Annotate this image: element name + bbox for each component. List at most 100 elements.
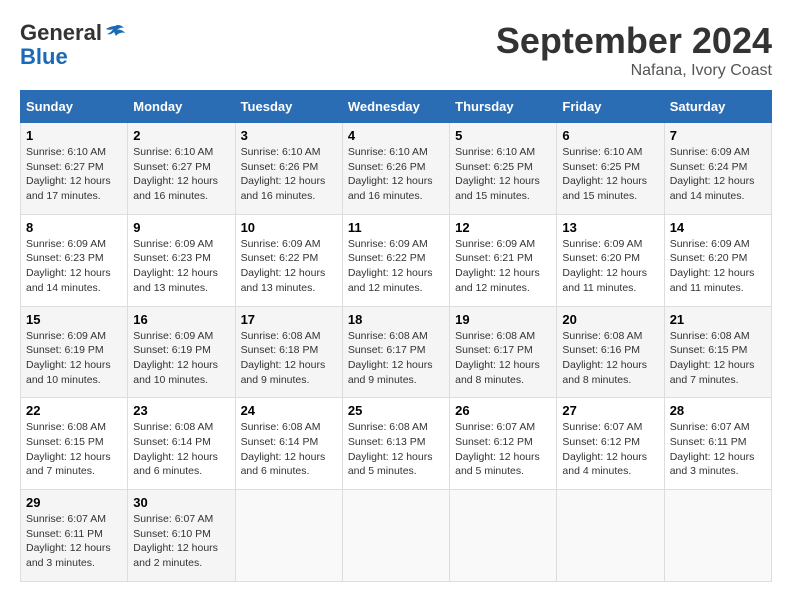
calendar-cell: 10 Sunrise: 6:09 AMSunset: 6:22 PMDaylig… <box>235 214 342 306</box>
day-info: Sunrise: 6:07 AMSunset: 6:11 PMDaylight:… <box>670 421 755 477</box>
day-info: Sunrise: 6:08 AMSunset: 6:17 PMDaylight:… <box>455 330 540 386</box>
day-info: Sunrise: 6:07 AMSunset: 6:11 PMDaylight:… <box>26 513 111 569</box>
day-info: Sunrise: 6:08 AMSunset: 6:14 PMDaylight:… <box>241 421 326 477</box>
weekday-header-tuesday: Tuesday <box>235 91 342 123</box>
calendar-cell: 17 Sunrise: 6:08 AMSunset: 6:18 PMDaylig… <box>235 306 342 398</box>
calendar-cell: 11 Sunrise: 6:09 AMSunset: 6:22 PMDaylig… <box>342 214 449 306</box>
day-number: 11 <box>348 220 444 235</box>
page-header: General Blue September 2024 Nafana, Ivor… <box>20 20 772 80</box>
day-number: 27 <box>562 403 658 418</box>
day-info: Sunrise: 6:08 AMSunset: 6:16 PMDaylight:… <box>562 330 647 386</box>
calendar-cell <box>450 490 557 582</box>
day-info: Sunrise: 6:07 AMSunset: 6:12 PMDaylight:… <box>562 421 647 477</box>
day-number: 18 <box>348 312 444 327</box>
weekday-header-saturday: Saturday <box>664 91 771 123</box>
calendar-cell: 12 Sunrise: 6:09 AMSunset: 6:21 PMDaylig… <box>450 214 557 306</box>
day-number: 24 <box>241 403 337 418</box>
day-number: 29 <box>26 495 122 510</box>
calendar-cell: 6 Sunrise: 6:10 AMSunset: 6:25 PMDayligh… <box>557 123 664 215</box>
calendar-cell: 14 Sunrise: 6:09 AMSunset: 6:20 PMDaylig… <box>664 214 771 306</box>
weekday-header-wednesday: Wednesday <box>342 91 449 123</box>
calendar-cell: 26 Sunrise: 6:07 AMSunset: 6:12 PMDaylig… <box>450 398 557 490</box>
day-number: 15 <box>26 312 122 327</box>
day-number: 16 <box>133 312 229 327</box>
weekday-header-sunday: Sunday <box>21 91 128 123</box>
day-info: Sunrise: 6:08 AMSunset: 6:15 PMDaylight:… <box>670 330 755 386</box>
day-number: 6 <box>562 128 658 143</box>
day-info: Sunrise: 6:09 AMSunset: 6:22 PMDaylight:… <box>348 238 433 294</box>
day-number: 22 <box>26 403 122 418</box>
day-info: Sunrise: 6:10 AMSunset: 6:25 PMDaylight:… <box>562 146 647 202</box>
calendar-cell: 16 Sunrise: 6:09 AMSunset: 6:19 PMDaylig… <box>128 306 235 398</box>
weekday-header-row: SundayMondayTuesdayWednesdayThursdayFrid… <box>21 91 772 123</box>
calendar-cell: 28 Sunrise: 6:07 AMSunset: 6:11 PMDaylig… <box>664 398 771 490</box>
day-number: 2 <box>133 128 229 143</box>
weekday-header-friday: Friday <box>557 91 664 123</box>
logo-bird-icon <box>104 24 126 42</box>
day-number: 25 <box>348 403 444 418</box>
calendar-cell: 23 Sunrise: 6:08 AMSunset: 6:14 PMDaylig… <box>128 398 235 490</box>
day-number: 28 <box>670 403 766 418</box>
logo: General Blue <box>20 20 126 68</box>
day-number: 20 <box>562 312 658 327</box>
day-info: Sunrise: 6:07 AMSunset: 6:10 PMDaylight:… <box>133 513 218 569</box>
calendar-cell: 13 Sunrise: 6:09 AMSunset: 6:20 PMDaylig… <box>557 214 664 306</box>
day-info: Sunrise: 6:10 AMSunset: 6:26 PMDaylight:… <box>348 146 433 202</box>
day-number: 19 <box>455 312 551 327</box>
logo-general: General <box>20 20 102 46</box>
calendar-cell: 1 Sunrise: 6:10 AMSunset: 6:27 PMDayligh… <box>21 123 128 215</box>
day-number: 23 <box>133 403 229 418</box>
calendar-cell: 8 Sunrise: 6:09 AMSunset: 6:23 PMDayligh… <box>21 214 128 306</box>
day-info: Sunrise: 6:07 AMSunset: 6:12 PMDaylight:… <box>455 421 540 477</box>
calendar-cell: 29 Sunrise: 6:07 AMSunset: 6:11 PMDaylig… <box>21 490 128 582</box>
day-number: 10 <box>241 220 337 235</box>
day-number: 17 <box>241 312 337 327</box>
day-number: 8 <box>26 220 122 235</box>
calendar-week-row: 22 Sunrise: 6:08 AMSunset: 6:15 PMDaylig… <box>21 398 772 490</box>
calendar-week-row: 29 Sunrise: 6:07 AMSunset: 6:11 PMDaylig… <box>21 490 772 582</box>
day-info: Sunrise: 6:08 AMSunset: 6:18 PMDaylight:… <box>241 330 326 386</box>
calendar-cell <box>235 490 342 582</box>
calendar-cell: 18 Sunrise: 6:08 AMSunset: 6:17 PMDaylig… <box>342 306 449 398</box>
day-info: Sunrise: 6:09 AMSunset: 6:20 PMDaylight:… <box>670 238 755 294</box>
day-info: Sunrise: 6:09 AMSunset: 6:23 PMDaylight:… <box>133 238 218 294</box>
day-info: Sunrise: 6:09 AMSunset: 6:23 PMDaylight:… <box>26 238 111 294</box>
day-info: Sunrise: 6:09 AMSunset: 6:21 PMDaylight:… <box>455 238 540 294</box>
day-info: Sunrise: 6:09 AMSunset: 6:19 PMDaylight:… <box>26 330 111 386</box>
calendar-week-row: 1 Sunrise: 6:10 AMSunset: 6:27 PMDayligh… <box>21 123 772 215</box>
calendar-week-row: 15 Sunrise: 6:09 AMSunset: 6:19 PMDaylig… <box>21 306 772 398</box>
calendar-cell: 20 Sunrise: 6:08 AMSunset: 6:16 PMDaylig… <box>557 306 664 398</box>
day-info: Sunrise: 6:10 AMSunset: 6:27 PMDaylight:… <box>133 146 218 202</box>
day-number: 3 <box>241 128 337 143</box>
day-info: Sunrise: 6:09 AMSunset: 6:22 PMDaylight:… <box>241 238 326 294</box>
day-info: Sunrise: 6:09 AMSunset: 6:20 PMDaylight:… <box>562 238 647 294</box>
calendar-cell: 2 Sunrise: 6:10 AMSunset: 6:27 PMDayligh… <box>128 123 235 215</box>
day-info: Sunrise: 6:08 AMSunset: 6:17 PMDaylight:… <box>348 330 433 386</box>
calendar-cell: 5 Sunrise: 6:10 AMSunset: 6:25 PMDayligh… <box>450 123 557 215</box>
day-number: 21 <box>670 312 766 327</box>
day-number: 26 <box>455 403 551 418</box>
day-number: 1 <box>26 128 122 143</box>
day-info: Sunrise: 6:09 AMSunset: 6:24 PMDaylight:… <box>670 146 755 202</box>
day-info: Sunrise: 6:08 AMSunset: 6:13 PMDaylight:… <box>348 421 433 477</box>
day-info: Sunrise: 6:08 AMSunset: 6:15 PMDaylight:… <box>26 421 111 477</box>
day-info: Sunrise: 6:09 AMSunset: 6:19 PMDaylight:… <box>133 330 218 386</box>
title-block: September 2024 Nafana, Ivory Coast <box>496 20 772 80</box>
calendar-cell: 22 Sunrise: 6:08 AMSunset: 6:15 PMDaylig… <box>21 398 128 490</box>
day-number: 12 <box>455 220 551 235</box>
day-number: 7 <box>670 128 766 143</box>
day-number: 13 <box>562 220 658 235</box>
calendar-cell: 7 Sunrise: 6:09 AMSunset: 6:24 PMDayligh… <box>664 123 771 215</box>
month-title: September 2024 <box>496 20 772 62</box>
calendar-cell: 4 Sunrise: 6:10 AMSunset: 6:26 PMDayligh… <box>342 123 449 215</box>
day-info: Sunrise: 6:10 AMSunset: 6:26 PMDaylight:… <box>241 146 326 202</box>
weekday-header-thursday: Thursday <box>450 91 557 123</box>
calendar-cell: 24 Sunrise: 6:08 AMSunset: 6:14 PMDaylig… <box>235 398 342 490</box>
day-info: Sunrise: 6:10 AMSunset: 6:27 PMDaylight:… <box>26 146 111 202</box>
logo-blue: Blue <box>20 46 68 68</box>
calendar-cell: 21 Sunrise: 6:08 AMSunset: 6:15 PMDaylig… <box>664 306 771 398</box>
calendar-cell: 27 Sunrise: 6:07 AMSunset: 6:12 PMDaylig… <box>557 398 664 490</box>
calendar-cell: 3 Sunrise: 6:10 AMSunset: 6:26 PMDayligh… <box>235 123 342 215</box>
calendar-week-row: 8 Sunrise: 6:09 AMSunset: 6:23 PMDayligh… <box>21 214 772 306</box>
calendar-cell: 25 Sunrise: 6:08 AMSunset: 6:13 PMDaylig… <box>342 398 449 490</box>
